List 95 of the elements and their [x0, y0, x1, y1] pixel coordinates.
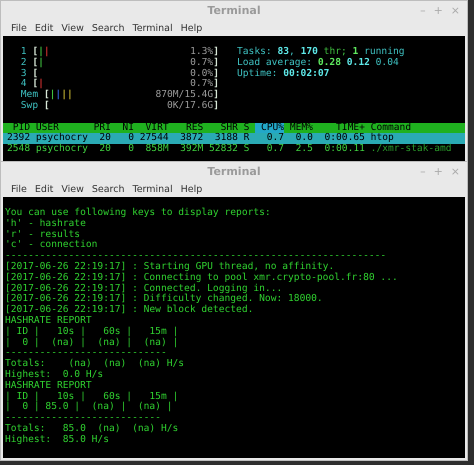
stat-text: Tasks:: [237, 46, 273, 57]
meter-bar-text: |: [66, 90, 73, 101]
column-header[interactable]: TIME+: [318, 122, 365, 134]
menu-item[interactable]: File: [7, 184, 31, 194]
column-header[interactable]: RES: [174, 122, 204, 134]
terminal-line: You can use following keys to display reports:: [5, 208, 272, 218]
meter-bracket: ]: [213, 79, 219, 90]
window-title: Terminal: [207, 4, 261, 17]
terminal-line: | ID | 10s | 60s | 15m |: [5, 392, 180, 402]
window-title: Terminal: [207, 165, 261, 178]
terminal-line: [2017-06-26 22:19:17] : Starting GPU thread, no affinity.: [5, 262, 336, 272]
column-header[interactable]: VIRT: [140, 122, 169, 134]
column-header[interactable]: USER: [36, 122, 88, 134]
meter-reading: 0.7%: [190, 58, 214, 69]
terminal-line: [2017-06-26 22:19:17] : Connected. Logging in...: [5, 284, 284, 294]
meter-bar-text: |: [38, 47, 44, 58]
terminal-line: | 0 | 85.0 | (na) | (na) |: [5, 402, 174, 414]
terminal-line: Totals: (na) (na) (na) H/s: [5, 359, 186, 370]
meter-bar-text: |: [38, 58, 44, 69]
stat-text: Uptime:: [237, 68, 278, 79]
meter-bracket: [: [32, 68, 38, 79]
terminal-line: Totals: 85.0 (na) (na) H/s: [5, 424, 180, 434]
column-header[interactable]: Command: [370, 122, 452, 134]
stat-text: thr;: [322, 46, 348, 57]
stat-text: 0.04: [376, 56, 399, 68]
meter-label: 3: [20, 68, 28, 79]
meter-bar-text: |: [55, 90, 62, 101]
meter-reading: 0.0%: [190, 68, 214, 79]
process-row[interactable]: 2392 psychocry 20 0 27544 3872 3188 R 0.7 0.0 0:00.65 htop: [3, 133, 465, 144]
meter-bracket: ]: [213, 90, 219, 100]
meter-bracket: ]: [213, 68, 219, 79]
meter-bracket: ]: [213, 100, 219, 112]
menu-item[interactable]: File: [7, 22, 31, 34]
terminal-line: 'r' - results: [5, 230, 80, 240]
stat-text: 1: [352, 46, 358, 57]
terminal-line: Highest: 85.0 H/s: [5, 434, 110, 446]
stat-text: ,: [289, 46, 296, 57]
meter-label: 4: [20, 79, 28, 90]
meter-bracket: [: [44, 100, 50, 112]
menu-item[interactable]: Terminal: [128, 184, 177, 194]
meter-bracket: ]: [213, 58, 219, 68]
stat-text: Load average:: [237, 56, 312, 68]
terminal-line: HASHRATE REPORT: [5, 380, 93, 392]
terminal-line: ---------------------------: [5, 413, 162, 424]
terminal-line: [2017-06-26 22:19:17] : New block detected.: [5, 305, 254, 316]
process-row[interactable]: 2548 psychocry 20 0 858M 392M 52832 S 0.7 2.5 0:00.11 ./xmr-stak-amd: [3, 144, 465, 155]
terminal-line: ------------------------------------------------------------------: [5, 251, 388, 262]
meter-reading: 0K/17.6G: [167, 100, 214, 112]
menu-item[interactable]: Terminal: [128, 22, 177, 34]
meter-bracket: ]: [213, 47, 219, 58]
meter-label: Mem: [20, 90, 40, 100]
meter-bar-text: |: [38, 79, 44, 90]
menu-item[interactable]: Edit: [30, 22, 58, 34]
menu-item[interactable]: Help: [176, 184, 206, 194]
terminal-line: 'h' - hashrate: [5, 218, 87, 230]
menu-item[interactable]: Search: [88, 184, 128, 194]
menu-item[interactable]: View: [57, 22, 88, 34]
stat-text: 170: [300, 46, 318, 57]
stat-text: 00:02:07: [283, 68, 330, 79]
terminal-line: | 0 | (na) | (na) | (na) |: [5, 338, 180, 348]
menu-item[interactable]: View: [57, 184, 88, 194]
column-header[interactable]: PID: [7, 122, 30, 134]
stat-text: running: [363, 46, 405, 57]
meter-label: 1: [20, 47, 28, 58]
column-header[interactable]: NI: [116, 122, 134, 134]
meter-bracket: [: [44, 90, 50, 100]
meter-reading: 1.3%: [190, 47, 214, 58]
terminal-line: | ID | 10s | 60s | 15m |: [5, 326, 180, 338]
stat-text: 0.28: [318, 56, 342, 68]
meter-reading: 0.7%: [190, 79, 214, 90]
meter-bracket: [: [32, 58, 38, 68]
meter-bracket: [: [32, 47, 38, 58]
column-header[interactable]: PRI: [94, 122, 111, 134]
meter-bar-text: |: [44, 47, 50, 58]
terminal-line: [2017-06-26 22:19:17] : Connecting to pool xmr.crypto-pool.fr:80 ...: [5, 272, 399, 283]
meter-bracket: [: [32, 79, 38, 90]
menu-item[interactable]: Edit: [30, 184, 58, 194]
terminal-line: ----------------------------: [5, 348, 168, 358]
menu-item[interactable]: Search: [88, 22, 128, 34]
column-header[interactable]: SHR: [209, 122, 238, 134]
column-header[interactable]: S: [244, 122, 250, 134]
terminal-line: [2017-06-26 22:19:17] : Difficulty changed. Now: 18000.: [5, 294, 324, 304]
terminal-line: Highest: 0.0 H/s: [5, 370, 104, 380]
terminal-line: 'c' - connection: [5, 240, 98, 252]
meter-label: Swp: [20, 100, 40, 112]
meter-bar-text: |: [50, 90, 56, 101]
meter-label: 2: [20, 58, 28, 68]
meter-bar-text: |: [61, 90, 67, 101]
menu-item[interactable]: Help: [176, 22, 206, 34]
meter-reading: 870M/15.4G: [155, 90, 214, 100]
stat-text: 83: [277, 46, 289, 57]
terminal-line: HASHRATE REPORT: [5, 316, 93, 326]
stat-text: 0.12: [346, 56, 371, 68]
column-header[interactable]: CPU%: [255, 122, 284, 134]
column-header[interactable]: MEM%: [290, 122, 313, 134]
